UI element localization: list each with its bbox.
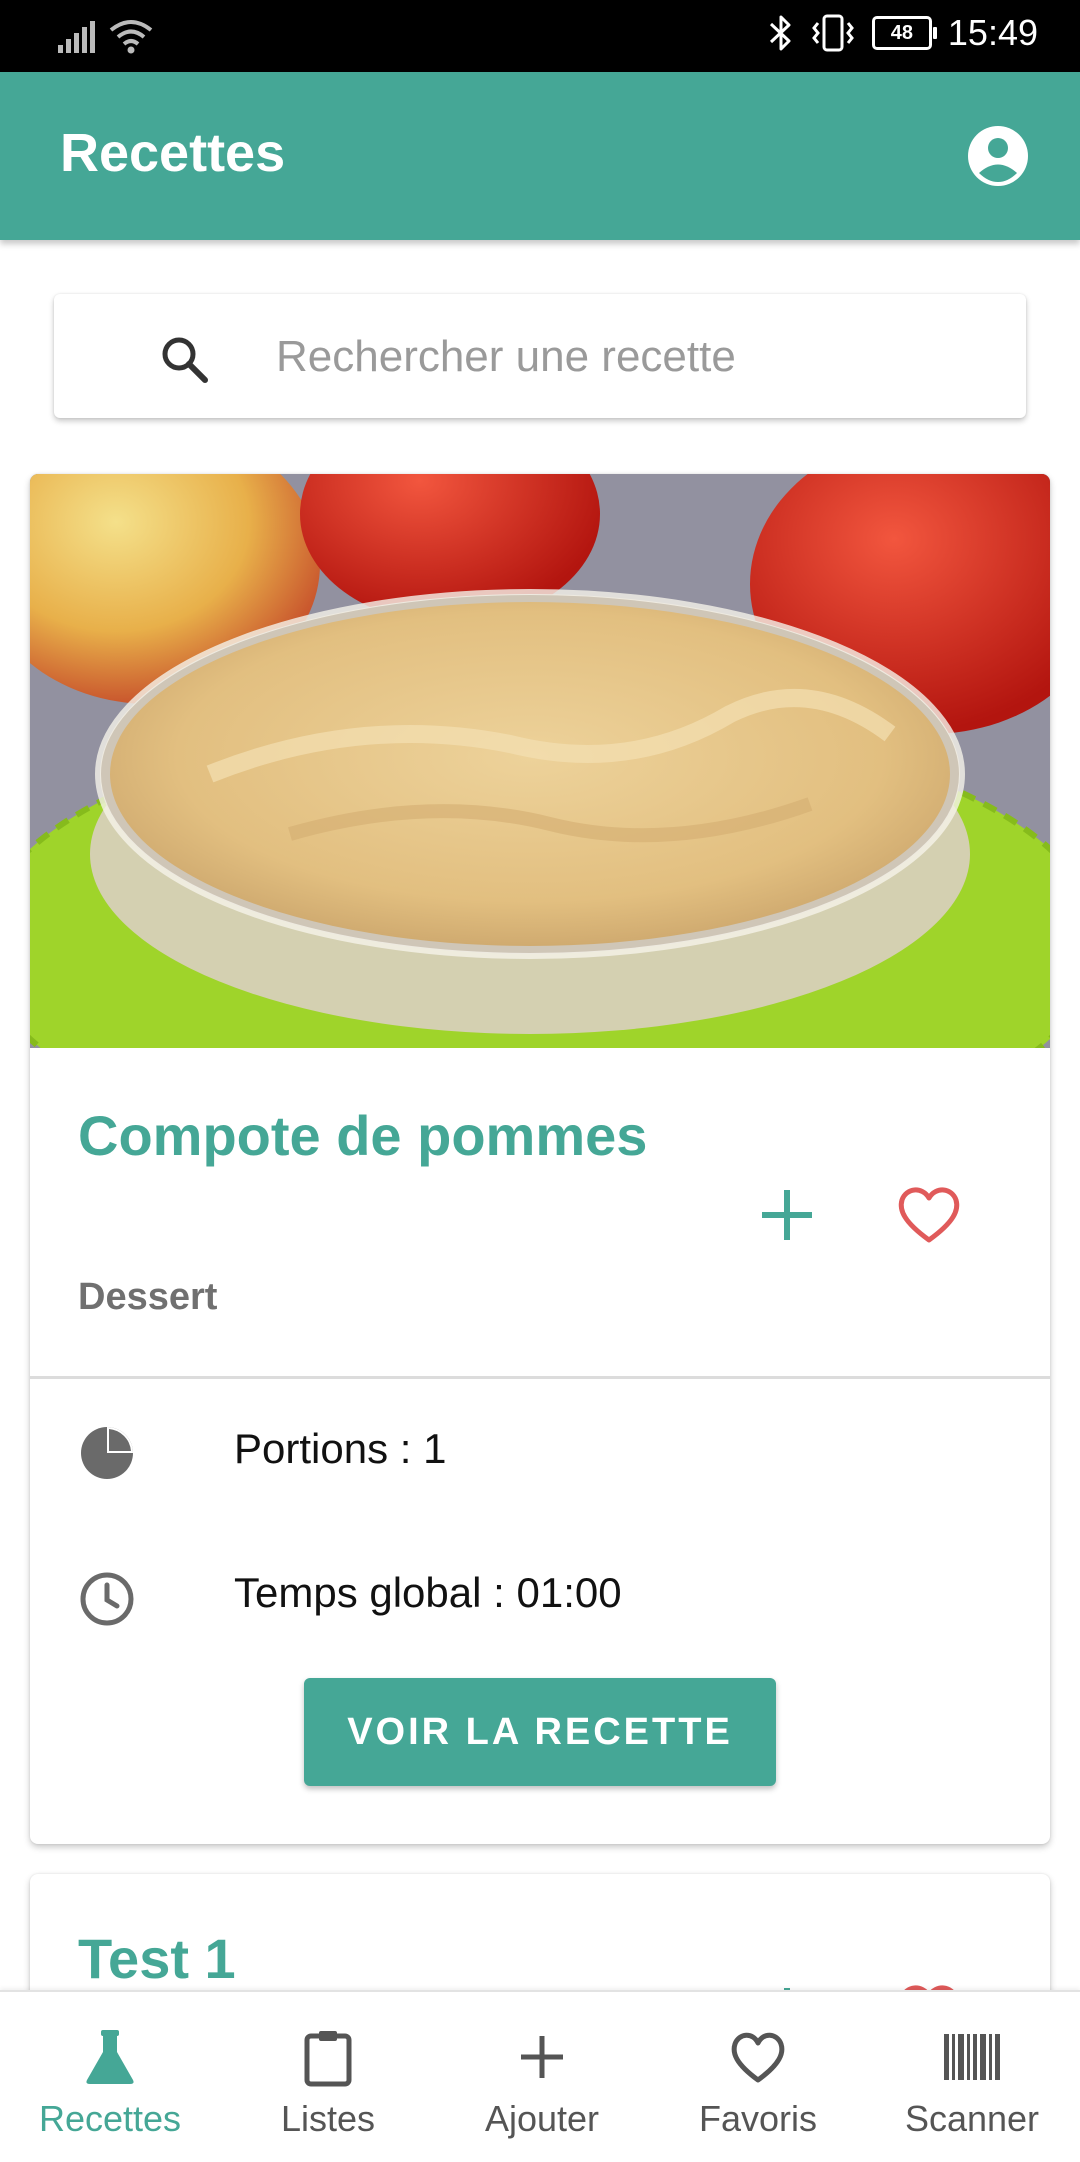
view-recipe-button[interactable]: VOIR LA RECETTE [304, 1678, 776, 1786]
signal-icon [58, 21, 95, 53]
battery-icon: 48 [871, 16, 937, 50]
nav-recettes[interactable]: Recettes [2, 1992, 218, 2162]
search-icon [162, 337, 208, 383]
status-left-icons [58, 18, 154, 54]
status-bar: 48 15:49 [0, 0, 1080, 72]
favorite-button[interactable] [894, 1180, 964, 1250]
total-time-text: Temps global : 01:00 [234, 1569, 622, 1616]
barcode-icon [944, 2034, 1000, 2080]
vibrate-icon [811, 14, 854, 52]
clipboard-icon [304, 2031, 352, 2087]
heart-icon [731, 2032, 785, 2083]
recipe-title: Compote de pommes [78, 1104, 648, 1167]
account-circle-icon[interactable] [966, 124, 1030, 188]
nav-label: Listes [280, 2098, 376, 2139]
bluetooth-icon [769, 15, 791, 51]
nav-label: Ajouter [484, 2098, 600, 2139]
search-input[interactable] [274, 324, 998, 390]
search-bar[interactable] [54, 294, 1026, 418]
recipe-category: Dessert [78, 1276, 218, 1318]
nav-label: Scanner [904, 2098, 1040, 2139]
status-time: 15:49 [947, 12, 1038, 53]
add-to-list-button[interactable] [752, 1180, 822, 1250]
flask-icon [86, 2030, 134, 2084]
page-title: Recettes [60, 123, 286, 183]
nav-label: Recettes [38, 2098, 182, 2139]
clock-icon [80, 1572, 134, 1626]
nav-scanner[interactable]: Scanner [864, 1992, 1080, 2162]
wifi-icon [109, 20, 153, 54]
recipe-image[interactable] [30, 474, 1050, 1048]
pie-chart-icon [81, 1427, 133, 1479]
nav-ajouter[interactable]: Ajouter [434, 1992, 650, 2162]
nav-label: Favoris [698, 2098, 818, 2139]
nav-listes[interactable]: Listes [220, 1992, 436, 2162]
recipe-title: Test 1 [78, 1927, 236, 1990]
status-right-icons: 48 15:49 [768, 12, 1038, 54]
portions-text: Portions : 1 [234, 1425, 447, 1472]
nav-favoris[interactable]: Favoris [650, 1992, 866, 2162]
divider [30, 1376, 1050, 1379]
bottom-navigation: Recettes Listes Ajouter Favoris Scanner [0, 1990, 1080, 2162]
app-bar: Recettes [0, 72, 1080, 240]
plus-icon [521, 2036, 563, 2078]
recipe-card: Compote de pommes Dessert Portions : 1 T… [30, 474, 1050, 1844]
